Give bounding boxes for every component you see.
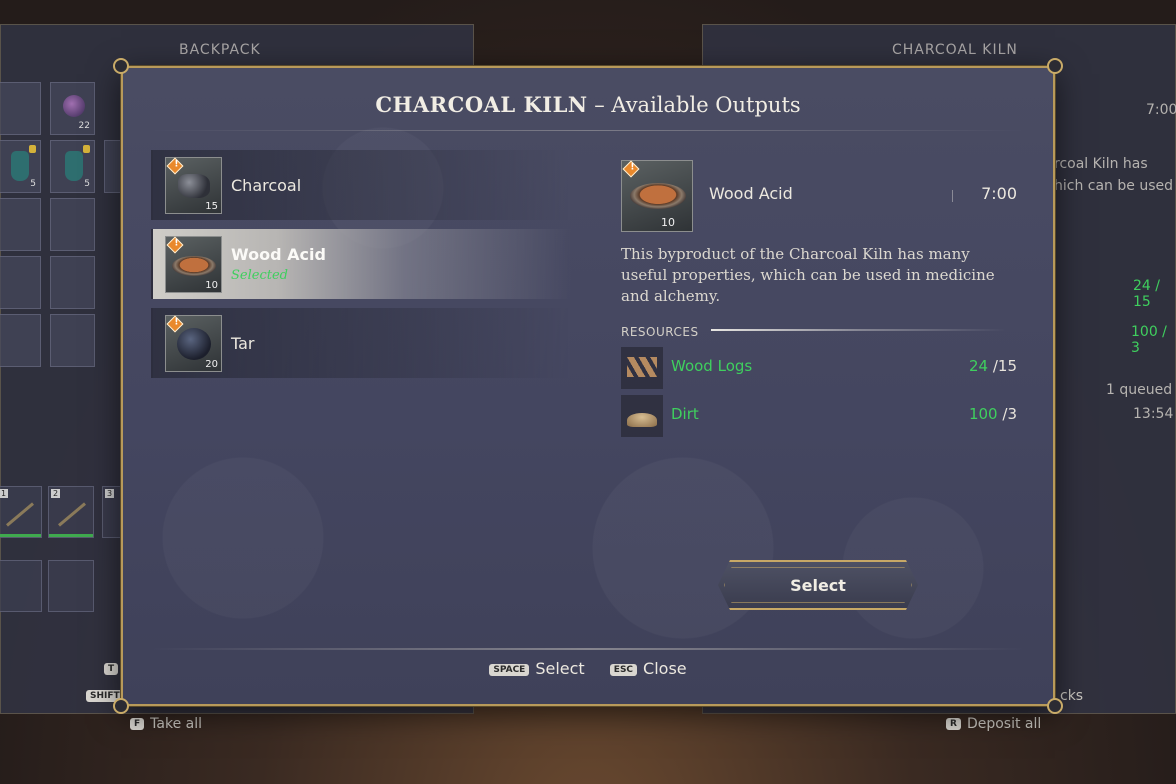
warning-icon	[166, 315, 184, 332]
select-hint[interactable]: SPACE Select	[489, 659, 585, 678]
output-detail: 10 Wood Acid 7:00 This byproduct of the …	[621, 160, 1017, 439]
output-item-tar[interactable]: 20 Tar	[151, 308, 571, 378]
corner-ornament	[1047, 698, 1063, 714]
backpack-slot[interactable]	[50, 256, 95, 309]
divider	[952, 190, 953, 202]
dirt-icon	[621, 395, 663, 437]
backpack-slot[interactable]	[50, 198, 95, 251]
backpack-slot[interactable]: 5	[50, 140, 95, 193]
orb-icon	[63, 95, 85, 117]
warning-icon	[166, 236, 184, 253]
select-button[interactable]: Select	[718, 560, 918, 610]
hotbar-slot[interactable]: 2	[48, 486, 94, 538]
backpack-slot[interactable]	[0, 82, 41, 135]
kiln-res-count: 100 / 3	[1131, 324, 1167, 356]
corner-ornament	[1047, 58, 1063, 74]
wood-logs-icon	[621, 347, 663, 389]
backpack-slot[interactable]	[0, 198, 41, 251]
tool-icon	[58, 502, 86, 527]
lock-icon	[29, 145, 36, 153]
potion-icon	[11, 151, 29, 181]
hotbar-slot[interactable]	[48, 560, 94, 612]
wood-acid-icon: 10	[621, 160, 693, 232]
resource-count: 24 /15	[968, 357, 1017, 375]
resource-row: Dirt 100 /3	[621, 393, 1017, 439]
resources-label: RESOURCES	[621, 325, 699, 339]
space-key: SPACE	[489, 663, 530, 676]
kiln-res-count: 24 / 15	[1133, 278, 1160, 310]
backpack-slot[interactable]: 5	[0, 140, 41, 193]
queue-status: 1 queued	[1106, 382, 1173, 398]
backpack-slot[interactable]: 22	[50, 82, 95, 135]
backpack-slot[interactable]	[0, 314, 41, 367]
kiln-time: 7:00	[1146, 102, 1176, 118]
take-stacks-hint: cks	[1060, 688, 1084, 704]
corner-ornament	[113, 698, 129, 714]
resource-row: Wood Logs 24 /15	[621, 345, 1017, 391]
lock-icon	[83, 145, 90, 153]
close-hint[interactable]: ESC Close	[609, 659, 687, 678]
hotbar-slot[interactable]: 1	[0, 486, 42, 538]
output-item-wood-acid[interactable]: 10 Wood Acid Selected	[151, 229, 571, 299]
output-item-charcoal[interactable]: 15 Charcoal	[151, 150, 571, 220]
corner-ornament	[113, 58, 129, 74]
selected-status: Selected	[231, 268, 288, 283]
resources-divider	[711, 329, 1007, 331]
footer-hints: SPACE Select ESC Close	[123, 659, 1053, 678]
resource-count: 100 /3	[968, 405, 1017, 423]
backpack-slot[interactable]	[50, 314, 95, 367]
kiln-title: CHARCOAL KILN	[892, 42, 1018, 58]
resource-name: Dirt	[671, 405, 699, 423]
title-divider	[151, 130, 1025, 131]
queue-time: 13:54	[1133, 406, 1174, 422]
warning-icon	[166, 157, 184, 174]
warning-icon	[622, 160, 640, 178]
backpack-slot[interactable]	[0, 256, 41, 309]
detail-name: Wood Acid	[709, 184, 793, 203]
craft-time: 7:00	[981, 184, 1017, 203]
take-all-button[interactable]: F Take all	[130, 716, 202, 732]
output-name: Tar	[231, 333, 255, 353]
resource-name: Wood Logs	[671, 357, 753, 375]
charcoal-icon: 15	[165, 156, 222, 214]
output-name: Charcoal	[231, 175, 302, 195]
tool-icon	[6, 502, 34, 527]
output-name: Wood Acid	[231, 245, 326, 264]
tar-icon: 20	[165, 314, 222, 372]
modal-title: CHARCOAL KILN – Available Outputs	[375, 92, 801, 117]
footer-divider	[151, 648, 1025, 650]
esc-key: ESC	[609, 663, 638, 676]
deposit-all-button[interactable]: R Deposit all	[946, 716, 1041, 732]
kiln-desc-line: rcoal Kiln has	[1054, 156, 1148, 172]
backpack-title: BACKPACK	[179, 42, 261, 58]
detail-description: This byproduct of the Charcoal Kiln has …	[621, 245, 995, 305]
potion-icon	[65, 151, 83, 181]
output-list: 15 Charcoal 10 Wood Acid Selected 20	[151, 150, 571, 387]
kiln-desc-line: hich can be used	[1054, 178, 1173, 194]
available-outputs-modal: CHARCOAL KILN – Available Outputs 15 Cha…	[113, 58, 1063, 714]
hotbar-slot[interactable]	[0, 560, 42, 612]
wood-acid-icon: 10	[165, 235, 222, 293]
